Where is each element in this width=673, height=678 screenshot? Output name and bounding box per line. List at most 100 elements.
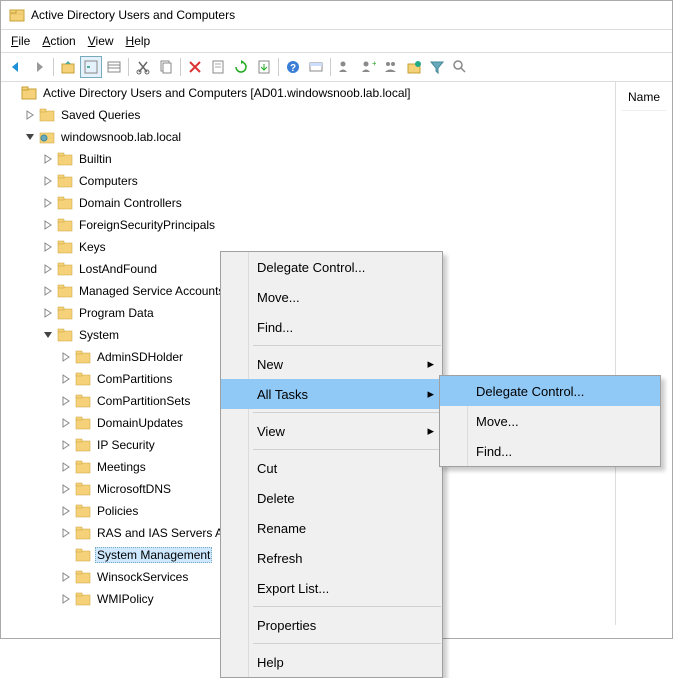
app-icon [9,7,25,23]
add-ou-button[interactable] [403,56,425,78]
ctx-all-tasks[interactable]: All Tasks▸ [221,379,442,409]
expander-icon[interactable] [41,306,55,320]
expander-icon[interactable] [59,504,73,518]
tree-root[interactable]: Active Directory Users and Computers [AD… [1,82,615,104]
expander-icon[interactable] [59,460,73,474]
node-label: Saved Queries [59,107,142,123]
cut-button[interactable] [132,56,154,78]
folder-icon [75,349,91,365]
find-user-button[interactable] [334,56,356,78]
node-label: Active Directory Users and Computers [AD… [41,85,413,101]
list-panel-button[interactable] [103,56,125,78]
ctx-new[interactable]: New▸ [221,349,442,379]
ctx-find[interactable]: Find... [221,312,442,342]
tree-node-saved-queries[interactable]: Saved Queries [1,104,615,126]
menu-action[interactable]: Action [42,34,75,48]
folder-icon [57,173,73,189]
ctx-sub-delegate-control[interactable]: Delegate Control... [440,376,660,406]
refresh-button[interactable] [230,56,252,78]
expander-icon[interactable] [59,350,73,364]
expander-icon[interactable] [59,438,73,452]
description-bar-button[interactable] [305,56,327,78]
add-group-button[interactable] [380,56,402,78]
expander-icon[interactable] [41,262,55,276]
ctx-export-list[interactable]: Export List... [221,573,442,603]
node-label: Program Data [77,305,156,321]
help-button[interactable]: ? [282,56,304,78]
submenu-arrow-icon: ▸ [427,356,434,372]
expander-icon[interactable] [59,416,73,430]
tree-node[interactable]: Domain Controllers [1,192,615,214]
expander-icon[interactable] [41,174,55,188]
ctx-sub-move[interactable]: Move... [440,406,660,436]
folder-icon [57,283,73,299]
ctx-rename[interactable]: Rename [221,513,442,543]
folder-icon [75,547,91,563]
tree-node[interactable]: ForeignSecurityPrincipals [1,214,615,236]
node-label: Managed Service Accounts [77,283,226,299]
ctx-refresh[interactable]: Refresh [221,543,442,573]
node-label: IP Security [95,437,157,453]
expander-icon[interactable] [59,570,73,584]
column-header-name[interactable]: Name [622,84,666,111]
main-area: Active Directory Users and Computers [AD… [1,82,672,625]
node-label: Meetings [95,459,148,475]
ctx-move[interactable]: Move... [221,282,442,312]
expander-collapse-icon[interactable] [23,130,37,144]
menu-file[interactable]: File [11,34,30,48]
up-button[interactable] [57,56,79,78]
expander-icon[interactable] [59,394,73,408]
ctx-properties[interactable]: Properties [221,610,442,640]
folder-icon [57,261,73,277]
nav-forward-button[interactable] [28,56,50,78]
toolbar: ? + [1,53,672,82]
node-label: WinsockServices [95,569,190,585]
menu-view[interactable]: View [88,34,114,48]
expander-icon[interactable] [41,284,55,298]
node-label: Domain Controllers [77,195,184,211]
ctx-help[interactable]: Help [221,647,442,677]
node-label: Keys [77,239,108,255]
node-label: MicrosoftDNS [95,481,173,497]
list-pane: Name [616,82,672,625]
context-submenu-all-tasks: Delegate Control... Move... Find... [439,375,661,467]
add-user-button[interactable]: + [357,56,379,78]
export-button[interactable] [253,56,275,78]
ctx-delegate-control[interactable]: Delegate Control... [221,252,442,282]
menu-help[interactable]: Help [126,34,151,48]
folder-icon [39,107,55,123]
ctx-view[interactable]: View▸ [221,416,442,446]
filter-button[interactable] [426,56,448,78]
expander-icon[interactable] [41,240,55,254]
expander-icon[interactable] [59,372,73,386]
nav-back-button[interactable] [5,56,27,78]
expander-icon[interactable] [59,526,73,540]
find-objects-button[interactable] [449,56,471,78]
submenu-arrow-icon: ▸ [427,423,434,439]
expander-icon[interactable] [59,592,73,606]
folder-icon [57,195,73,211]
ctx-sub-find[interactable]: Find... [440,436,660,466]
expander-icon[interactable] [59,482,73,496]
context-menu: Delegate Control... Move... Find... New▸… [220,251,443,678]
folder-icon [57,239,73,255]
ctx-cut[interactable]: Cut [221,453,442,483]
expander-icon[interactable] [41,218,55,232]
expander-icon[interactable] [41,196,55,210]
delete-button[interactable] [184,56,206,78]
copy-button[interactable] [155,56,177,78]
node-label: LostAndFound [77,261,159,277]
tree-node-domain[interactable]: windowsnoob.lab.local [1,126,615,148]
window-title: Active Directory Users and Computers [31,8,235,22]
node-label: WMIPolicy [95,591,156,607]
expander-collapse-icon[interactable] [41,328,55,342]
expander-icon[interactable] [23,108,37,122]
tree-node[interactable]: Builtin [1,148,615,170]
folder-icon [75,393,91,409]
tree-node[interactable]: Computers [1,170,615,192]
ctx-delete[interactable]: Delete [221,483,442,513]
properties-button[interactable] [207,56,229,78]
node-label: AdminSDHolder [95,349,185,365]
expander-icon[interactable] [41,152,55,166]
show-hide-button[interactable] [80,56,102,78]
